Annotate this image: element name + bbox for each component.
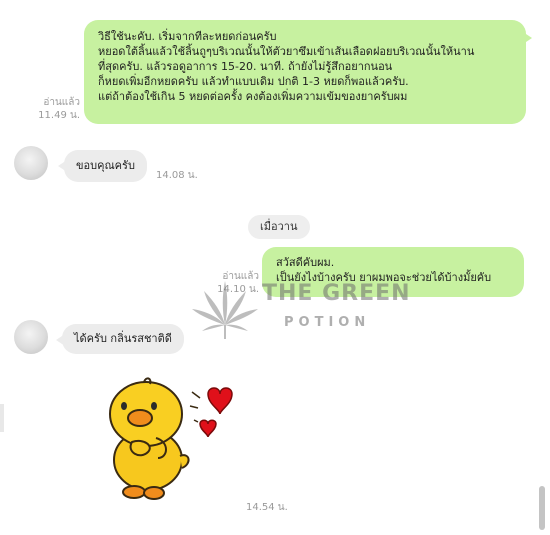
watermark-subtitle: POTION <box>284 315 371 330</box>
message-time: 14.54 น. <box>246 502 288 513</box>
panel-edge <box>0 404 4 432</box>
incoming-message-bubble[interactable]: ได้ครับ กลิ่นรสชาติดี <box>56 324 184 354</box>
message-meta: อ่านแล้ว 11.49 น. <box>28 96 80 122</box>
incoming-message-bubble[interactable]: ขอบคุณครับ <box>58 150 147 182</box>
outgoing-message-bubble[interactable]: สวัสดีคับผม. เป็นยังไงบ้างครับ ยาผมพอจะช… <box>262 247 524 297</box>
heart-icon <box>199 419 217 438</box>
chat-area[interactable]: วิธีใช้นะคับ. เริ่มจากทีละหยดก่อนครับ หย… <box>0 0 550 535</box>
avatar[interactable] <box>14 320 48 354</box>
message-line: สวัสดีคับผม. <box>276 256 335 269</box>
message-line: วิธีใช้นะคับ. เริ่มจากทีละหยดก่อนครับ <box>98 30 277 43</box>
avatar[interactable] <box>14 146 48 180</box>
message-line: แต่ถ้าต้องใช้เกิน 5 หยดต่อครั้ง คงต้องเพ… <box>98 90 408 103</box>
outgoing-message-bubble[interactable]: วิธีใช้นะคับ. เริ่มจากทีละหยดก่อนครับ หย… <box>84 20 532 124</box>
heart-icon <box>207 387 233 415</box>
date-separator: เมื่อวาน <box>248 215 310 239</box>
message-time: 14.08 น. <box>156 170 198 181</box>
message-time: 11.49 น. <box>38 110 80 121</box>
scrollbar-thumb[interactable] <box>539 486 545 530</box>
duck-hearts-sticker[interactable] <box>96 372 236 508</box>
message-time: 14.10 น. <box>217 284 259 295</box>
message-line: เป็นยังไงบ้างครับ ยาผมพอจะช่วยได้บ้างมั้… <box>276 271 492 284</box>
message-text: ได้ครับ กลิ่นรสชาติดี <box>74 332 172 345</box>
message-line: ที่สุดครับ. แล้วรอดูอาการ 15-20. นาที. ถ… <box>98 60 393 73</box>
message-meta: อ่านแล้ว 14.10 น. <box>205 270 259 296</box>
message-line: ก็หยดเพิ่มอีกหยดครับ แล้วทำแบบเดิม ปกติ … <box>98 75 409 88</box>
message-line: หยอดใต้ลิ้นแล้วใช้ลิ้นถูๆบริเวณนั้นให้ตั… <box>98 45 475 58</box>
read-receipt: อ่านแล้ว <box>222 271 259 282</box>
read-receipt: อ่านแล้ว <box>43 97 80 108</box>
message-text: ขอบคุณครับ <box>76 159 135 172</box>
